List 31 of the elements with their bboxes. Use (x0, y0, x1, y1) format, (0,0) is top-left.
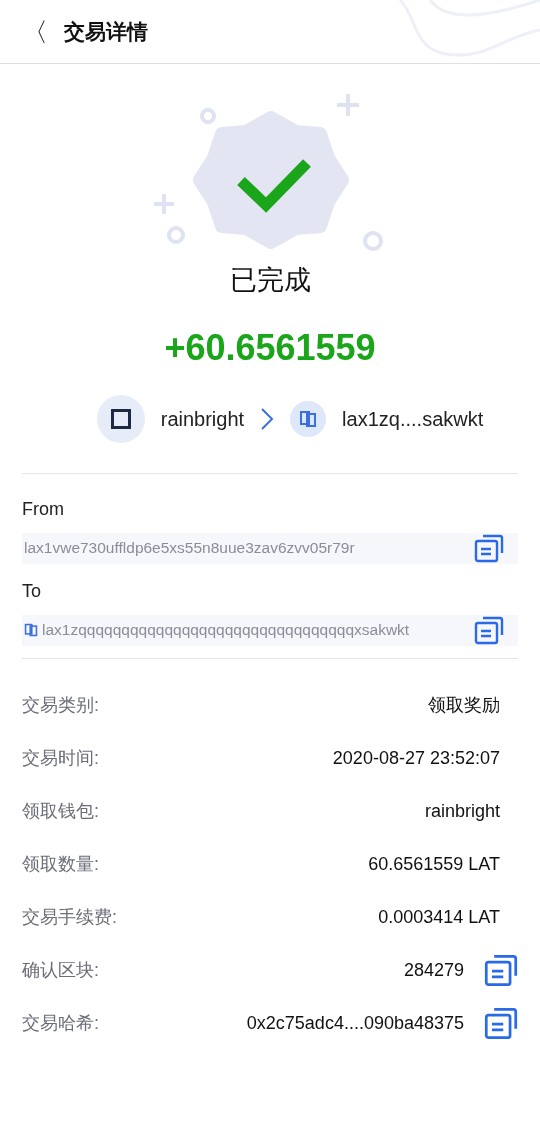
detail-value: 60.6561559 LAT (368, 852, 500, 876)
chevron-right-icon (260, 406, 275, 431)
detail-label: 交易时间: (22, 746, 100, 770)
contract-avatar-icon (290, 400, 327, 437)
copy-icon[interactable] (474, 533, 504, 563)
detail-value: rainbright (424, 799, 500, 823)
page-title: 交易详情 (64, 18, 148, 45)
detail-value: 2020-08-27 23:52:07 (332, 746, 500, 770)
detail-value: 0.0003414 LAT (378, 905, 500, 929)
amount-text: +60.6561559 (164, 325, 376, 370)
detail-value: 0x2c75adc4....090ba48375 (246, 1011, 464, 1035)
sender-name: rainbright (160, 406, 245, 432)
address-text: lax1zqqqqqqqqqqqqqqqqqqqqqqqqqqqqqqqqxsakwkt (42, 620, 411, 641)
detail-label: 交易类别: (22, 693, 100, 717)
detail-label: 交易哈希: (22, 1011, 100, 1035)
receiver-address: lax1zq....sakwkt (342, 406, 484, 432)
copy-icon[interactable] (474, 615, 504, 645)
address-label: To (22, 579, 42, 603)
detail-label: 领取数量: (22, 852, 100, 876)
detail-value: 284279 (403, 958, 464, 982)
back-button[interactable]: 〈 (22, 18, 52, 45)
copy-icon[interactable] (484, 953, 518, 987)
status-label: 已完成 (229, 264, 311, 297)
address-label: From (22, 497, 65, 521)
detail-label: 交易手续费: (22, 905, 118, 929)
address-text: lax1vwe730uffldp6e5xs55n8uue3zav6zvv05r79r (24, 538, 356, 559)
detail-label: 确认区块: (22, 958, 100, 982)
contract-icon (24, 623, 38, 637)
detail-value: 领取奖励 (428, 693, 500, 717)
copy-icon[interactable] (484, 1006, 518, 1040)
detail-label: 领取钱包: (22, 799, 100, 823)
